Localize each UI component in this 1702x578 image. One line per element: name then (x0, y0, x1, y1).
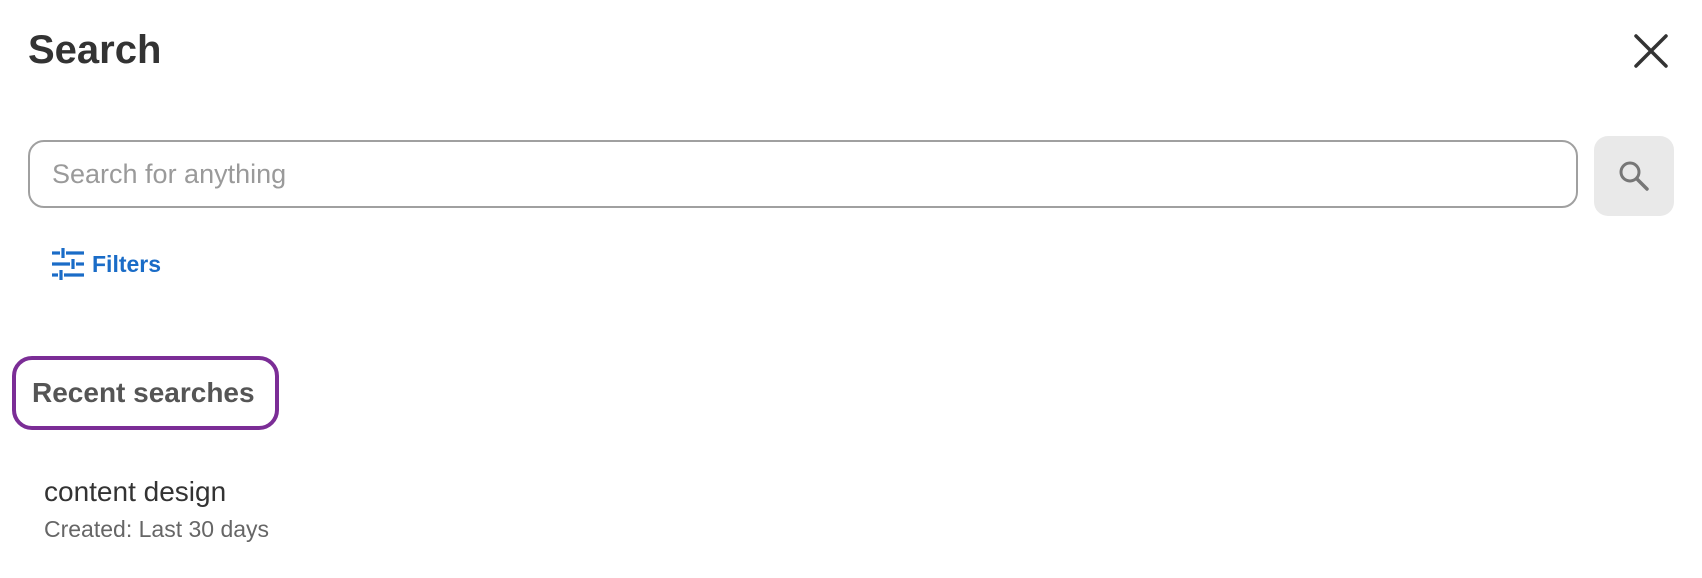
panel-header: Search (28, 22, 1674, 78)
search-row (28, 136, 1674, 220)
close-button[interactable] (1628, 28, 1674, 74)
list-item[interactable]: content design Created: Last 30 days (44, 472, 269, 546)
recent-search-meta: Created: Last 30 days (44, 516, 270, 542)
recent-search-query: content design (44, 476, 227, 507)
search-button[interactable] (1594, 136, 1674, 216)
recent-searches-list: content design Created: Last 30 days (44, 472, 269, 546)
search-panel: Search Search for anything Filters Recen… (0, 0, 1702, 578)
filters-button[interactable]: Filters (50, 246, 161, 282)
search-input[interactable] (28, 140, 1578, 208)
search-icon (1619, 161, 1649, 191)
filters-label: Filters (92, 250, 162, 277)
recent-searches-heading: Recent searches (12, 356, 279, 430)
close-icon (1634, 34, 1668, 68)
sliders-icon (52, 248, 84, 280)
page-title: Search (28, 28, 162, 72)
